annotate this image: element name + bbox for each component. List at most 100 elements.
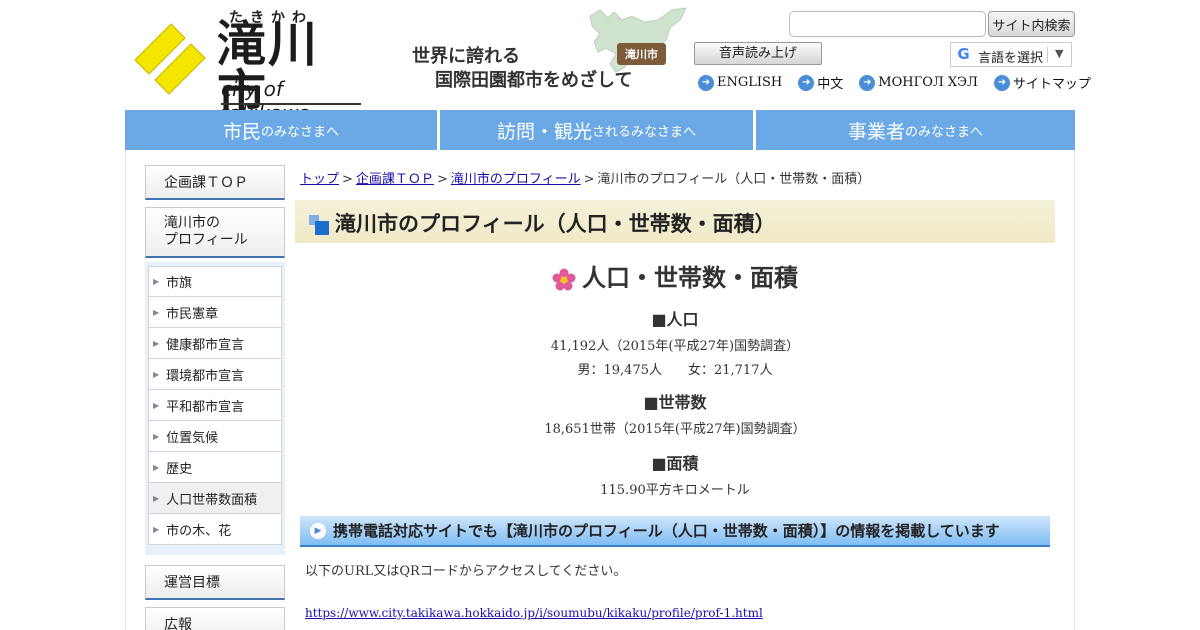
gnav-sublabel: のみなさまへ	[261, 124, 340, 140]
sidebar-subitem-label: 健康都市宣言	[166, 337, 245, 353]
page-title: 滝川市のプロフィール（人口・世帯数・面積）	[335, 212, 776, 236]
mobile-site-heading: ▶ 携帯電話対応サイトでも【滝川市のプロフィール（人口・世帯数・面積）】の情報を…	[300, 516, 1050, 547]
voice-read-button[interactable]: 音声読み上げ	[694, 42, 822, 65]
mobile-site-url-link[interactable]: https://www.city.takikawa.hokkaido.jp/i/…	[305, 606, 763, 620]
lang-link-sitemap[interactable]: ➜ サイトマップ	[993, 73, 1091, 92]
search-input[interactable]	[789, 11, 986, 37]
section-title-wrap: 人口・世帯数・面積	[295, 258, 1055, 296]
gnav-sublabel: のみなさまへ	[905, 124, 984, 140]
sidebar-subitem[interactable]: ▶ 環境都市宣言	[148, 359, 282, 390]
sidebar-subitem-label: 平和都市宣言	[166, 399, 245, 415]
sidebar-subitem-label: 人口世帯数面積	[166, 492, 258, 508]
gnav-label: 事業者	[847, 120, 905, 143]
breadcrumb-link-planning[interactable]: 企画課ＴＯＰ	[356, 172, 434, 187]
lang-link-label: МОНГОЛ ХЭЛ	[878, 75, 978, 90]
sidebar-subitem-label: 市民憲章	[166, 306, 219, 322]
area-value: 115.90平方キロメートル	[600, 483, 750, 498]
sidebar-subitem[interactable]: ▶ 市の木、花	[148, 514, 282, 545]
arrow-circle-icon: ➜	[698, 74, 714, 91]
page-title-bar: 滝川市のプロフィール（人口・世帯数・面積）	[295, 200, 1055, 243]
sidebar-subitem-current[interactable]: ▶ 人口世帯数面積	[148, 483, 282, 514]
sidebar-subitem-label: 市の木、花	[166, 523, 232, 539]
title-square-icon	[315, 221, 329, 235]
mobile-site-description: 以下のURL又はQRコードからアクセスしてください。	[305, 564, 627, 579]
sidebar-sublist: ▶ 市旗 ▶ 市民憲章 ▶ 健康都市宣言 ▶ 環境都市宣言 ▶ 平和都市宣言 ▶ 位置気候 …	[145, 262, 285, 555]
cosmos-flower-icon	[552, 268, 576, 290]
language-select[interactable]: G 言語を選択 ▼	[950, 42, 1072, 67]
sidebar-item-pr[interactable]: 広報	[145, 607, 285, 630]
breadcrumb-separator: >	[583, 172, 595, 187]
lang-link-label: ENGLISH	[717, 75, 783, 90]
section-title-text: 人口・世帯数・面積	[582, 264, 798, 292]
breadcrumb-link-profile[interactable]: 滝川市のプロフィール	[451, 172, 581, 187]
triangle-right-icon: ▶	[153, 307, 160, 317]
arrow-circle-icon: ➜	[993, 74, 1010, 91]
gnav-label: 訪問・観光	[496, 120, 592, 143]
area-block: ■面積 115.90平方キロメートル	[295, 450, 1055, 498]
triangle-right-icon: ▶	[153, 462, 160, 472]
sidebar: 企画課ＴＯＰ 滝川市の プロフィール ▶ 市旗 ▶ 市民憲章 ▶ 健康都市宣言 ▶ 環境…	[145, 165, 285, 630]
sidebar-item-planning-top[interactable]: 企画課ＴＯＰ	[145, 165, 285, 200]
sidebar-subitem[interactable]: ▶ 市民憲章	[148, 297, 282, 328]
sidebar-subitem[interactable]: ▶ 歴史	[148, 452, 282, 483]
breadcrumb-separator: >	[436, 172, 448, 187]
lang-link-label: サイトマップ	[1012, 77, 1091, 92]
sidebar-subitem[interactable]: ▶ 健康都市宣言	[148, 328, 282, 359]
lang-link-chinese[interactable]: ➜ 中文	[798, 73, 843, 92]
tagline-banner: 滝川市 世界に誇れる 国際田園都市をめざして	[410, 6, 690, 96]
triangle-right-icon: ▶	[153, 400, 160, 410]
sidebar-item-profile[interactable]: 滝川市の プロフィール	[145, 207, 285, 258]
triangle-right-icon: ▶	[153, 369, 160, 379]
breadcrumb-link-top[interactable]: トップ	[300, 172, 339, 187]
site-logo[interactable]: たきかわ 滝川市 city of takikawa	[133, 7, 365, 125]
triangle-right-icon: ▶	[153, 524, 160, 534]
households-block: ■世帯数 18,651世帯（2015年(平成27年)国勢調査）	[295, 389, 1055, 437]
area-heading: ■面積	[651, 454, 699, 473]
lang-link-mongolian[interactable]: ➜ МОНГОЛ ХЭЛ	[859, 73, 978, 92]
logo-underline	[221, 103, 361, 105]
sidebar-subitem[interactable]: ▶ 平和都市宣言	[148, 390, 282, 421]
tagline-line1: 世界に誇れる	[412, 46, 520, 67]
population-heading: ■人口	[651, 310, 699, 329]
global-nav: 市民 のみなさまへ 訪問・観光 されるみなさまへ 事業者 のみなさまへ	[125, 110, 1075, 150]
gnav-sublabel: されるみなさまへ	[592, 124, 697, 140]
language-select-label: 言語を選択	[978, 51, 1044, 66]
triangle-right-icon: ▶	[153, 338, 160, 348]
breadcrumb: トップ > 企画課ＴＯＰ > 滝川市のプロフィール > 滝川市のプロフィール（人口・世帯数・…	[300, 168, 870, 187]
households-total: 18,651世帯（2015年(平成27年)国勢調査）	[544, 422, 806, 437]
mobile-site-heading-text: 携帯電話対応サイトでも【滝川市のプロフィール（人口・世帯数・面積）】の情報を掲載…	[333, 522, 1000, 540]
sidebar-profile-line2: プロフィール	[164, 232, 248, 248]
population-block: ■人口 41,192人（2015年(平成27年)国勢調査） 男：19,475人 …	[295, 306, 1055, 378]
gnav-business[interactable]: 事業者 のみなさまへ	[756, 110, 1075, 150]
logo-emblem-icon	[134, 23, 206, 95]
search-button[interactable]: サイト内検索	[988, 11, 1075, 37]
sidebar-subitem-label: 歴史	[166, 461, 193, 477]
sidebar-profile-line1: 滝川市の	[164, 215, 220, 231]
households-heading: ■世帯数	[643, 393, 707, 412]
sidebar-subitem[interactable]: ▶ 位置気候	[148, 421, 282, 452]
sidebar-subitem[interactable]: ▶ 市旗	[148, 266, 282, 297]
gnav-citizens[interactable]: 市民 のみなさまへ	[125, 110, 437, 150]
population-by-sex: 男：19,475人 女：21,717人	[577, 363, 773, 378]
sidebar-subitem-label: 市旗	[166, 276, 193, 291]
lang-link-english[interactable]: ➜ ENGLISH	[698, 73, 782, 92]
triangle-right-icon: ▶	[153, 493, 160, 503]
language-links: ➜ ENGLISH ➜ 中文 ➜ МОНГОЛ ХЭЛ ➜ サイトマップ	[698, 73, 1107, 92]
section-title: 人口・世帯数・面積	[552, 258, 798, 293]
tagline-badge: 滝川市	[617, 43, 666, 65]
arrow-circle-icon: ➜	[859, 74, 876, 91]
google-icon: G	[957, 45, 970, 63]
sidebar-item-goals[interactable]: 運営目標	[145, 565, 285, 600]
sidebar-subitem-label: 環境都市宣言	[166, 368, 245, 384]
gnav-label: 市民	[222, 120, 261, 143]
arrow-circle-icon: ➜	[798, 74, 815, 91]
play-circle-icon: ▶	[310, 522, 326, 539]
divider	[1047, 47, 1048, 63]
gnav-visitors[interactable]: 訪問・観光 されるみなさまへ	[440, 110, 753, 150]
tagline-line2: 国際田園都市をめざして	[435, 70, 633, 91]
breadcrumb-current: 滝川市のプロフィール（人口・世帯数・面積）	[597, 172, 871, 187]
breadcrumb-separator: >	[342, 172, 353, 187]
triangle-right-icon: ▶	[153, 431, 160, 441]
chevron-down-icon: ▼	[1055, 47, 1064, 60]
population-total: 41,192人（2015年(平成27年)国勢調査）	[550, 339, 800, 354]
